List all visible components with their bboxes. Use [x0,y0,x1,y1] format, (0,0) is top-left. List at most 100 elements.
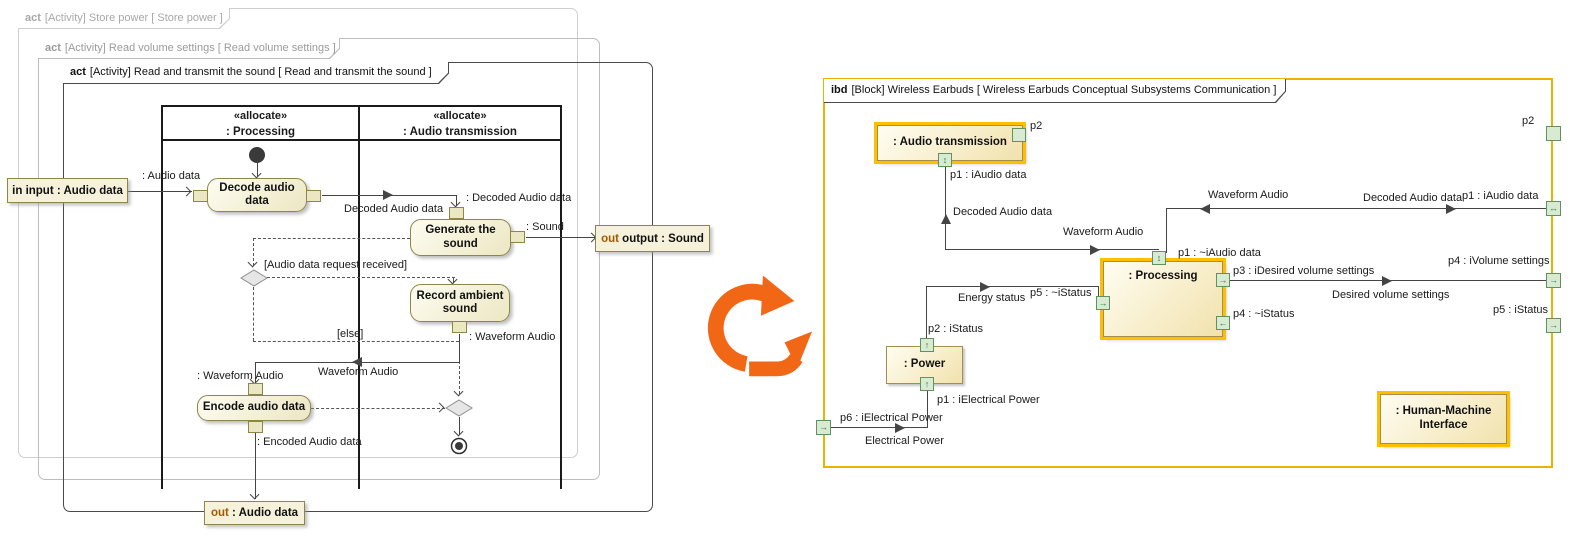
label-at-p1: p1 : iAudio data [950,169,1027,181]
block-human-machine-interface[interactable]: : Human-Machine Interface [1380,394,1507,444]
label-audio-data: : Audio data [142,170,201,182]
action-record-ambient-sound[interactable]: Record ambient sound [410,284,510,322]
port-at-p1[interactable]: ↕ [938,153,952,167]
action-decode-audio-data[interactable]: Decode audio data [207,178,307,212]
frame-title: [Activity] Read and transmit the sound [… [89,66,432,78]
activity-final-node[interactable] [449,436,469,456]
lane-name: : Processing [225,126,296,139]
ibd-frame-tab[interactable]: ibd [Block] Wireless Earbuds [ Wireless E… [824,79,1286,103]
flow-arrow-left [1200,204,1210,214]
pin-generate-in[interactable] [449,207,464,219]
param-kw: in [12,184,23,197]
pin-record-out[interactable] [452,321,467,333]
frame-port-p5[interactable]: → [1546,318,1561,333]
label-frame-p2: p2 [1522,115,1535,127]
activity-parameter-output-sound[interactable]: out output : Sound [595,225,710,252]
frame-tab-read-transmit[interactable]: act [Activity] Read and transmit the soun… [63,62,449,84]
param-kw: out [210,507,229,519]
port-proc-p5[interactable]: → [1096,296,1110,310]
param-name: input : Audio data [25,184,123,197]
pin-generate-out[interactable] [510,231,525,243]
pin-decode-out[interactable] [306,190,321,202]
label-electrical: Electrical Power [865,435,944,447]
connector-at-proc-v [945,167,946,250]
port-right-icon: → [1549,320,1558,330]
label-sound: : Sound [526,221,564,233]
param-name: : Audio data [232,507,299,519]
label-waveform-pin-record: : Waveform Audio [469,331,556,343]
label-encoded-pin: : Encoded Audio data [257,436,362,448]
port-power-p1[interactable]: ↑ [920,377,934,391]
label-proc-p1: p1 : ~iAudio data [1178,247,1261,259]
port-left-icon: ← [1218,317,1228,328]
flow-arrow-right [1446,204,1456,214]
edge-guard-request [267,277,455,278]
param-kw: out [601,232,619,245]
label-decoded-out: Decoded Audio data [1363,192,1463,204]
frame-kw: ibd [831,84,848,96]
swimlane-header-audio-transmission[interactable]: «allocate» : Audio transmission [360,109,560,140]
swimlane-header-processing[interactable]: «allocate» : Processing [163,109,358,140]
connector-frame-proc-v [1166,208,1167,253]
flow-arrow-right [1382,276,1392,286]
action-generate-sound[interactable]: Generate the sound [410,219,511,256]
connector-at-proc-h [945,249,1159,250]
frame-kw: act [70,66,86,78]
label-desired: Desired volume settings [1332,289,1450,301]
label-power-p1: p1 : iElectrical Power [937,394,1040,406]
frame-kw: act [25,12,41,24]
decision-node[interactable] [240,269,268,287]
flow-arrow-right [1090,245,1100,255]
label-proc-p3: p3 : iDesired volume settings [1233,265,1375,277]
merge-node[interactable] [445,399,473,417]
edge-encode-merge [311,408,445,409]
label-decoded-up: Decoded Audio data [953,206,1053,218]
port-proc-p1[interactable]: ↕ [1152,251,1166,265]
flow-arrow-up [941,214,951,224]
port-proc-p3[interactable]: → [1216,273,1230,287]
port-up-icon: ↑ [924,378,930,389]
block-processing[interactable]: : Processing [1103,261,1223,337]
frame-tab-store-power[interactable]: act [Activity] Store power [ Store power … [18,8,230,29]
edge-generate-decision [253,238,410,239]
label-waveform-left: Waveform Audio [1208,189,1289,201]
frame-port-p2[interactable] [1546,126,1561,141]
pin-encode-in[interactable] [248,383,263,395]
lane-stereotype: «allocate» [433,110,487,122]
port-right-icon: → [1218,274,1228,285]
label-frame-p1: p1 : iAudio data [1462,190,1539,202]
pin-encode-out[interactable] [248,421,263,433]
activity-parameter-output-audio[interactable]: out : Audio data [204,501,305,525]
port-right-icon: → [1098,297,1108,308]
label-waveform-flow: Waveform Audio [318,366,399,378]
frame-port-p4[interactable]: → [1546,273,1561,288]
frame-port-p6[interactable]: → [816,420,831,435]
edge-encode-outparam [255,433,256,499]
frame-kw: act [45,42,61,54]
activity-parameter-input[interactable]: in input : Audio data [7,178,128,203]
label-waveform-right: Waveform Audio [1063,226,1144,238]
param-name: output : Sound [622,232,704,245]
diagram-canvas: act [Activity] Store power [ Store power … [0,0,1574,550]
connector-p6-power-h [831,427,928,428]
port-proc-p4[interactable]: ← [1216,316,1230,330]
action-encode-audio-data[interactable]: Encode audio data [197,395,311,421]
label-power-p2: p2 : iStatus [928,323,984,335]
frame-port-p1[interactable]: ↔ [1546,201,1561,216]
label-frame-p4: p4 : iVolume settings [1448,255,1550,267]
frame-tab-read-volume[interactable]: act [Activity] Read volume settings [ Rea… [38,38,340,59]
label-guard-request: [Audio data request received] [264,259,408,271]
port-right-icon: → [1549,275,1558,285]
edge-record-encode-v1 [459,334,460,362]
label-proc-p4: p4 : ~iStatus [1233,308,1295,320]
flow-arrow-right [980,282,990,292]
port-right-icon: → [819,422,828,432]
port-updown-icon: ↕ [942,154,948,165]
initial-node[interactable] [249,147,265,163]
connector-frame-proc-h [1166,208,1547,209]
port-at-p2[interactable] [1012,128,1026,142]
pin-decode-in[interactable] [193,190,208,202]
label-decoded-flow: Decoded Audio data [344,203,444,215]
port-power-p2[interactable]: ↑ [920,338,934,352]
label-frame-p5: p5 : iStatus [1493,304,1549,316]
